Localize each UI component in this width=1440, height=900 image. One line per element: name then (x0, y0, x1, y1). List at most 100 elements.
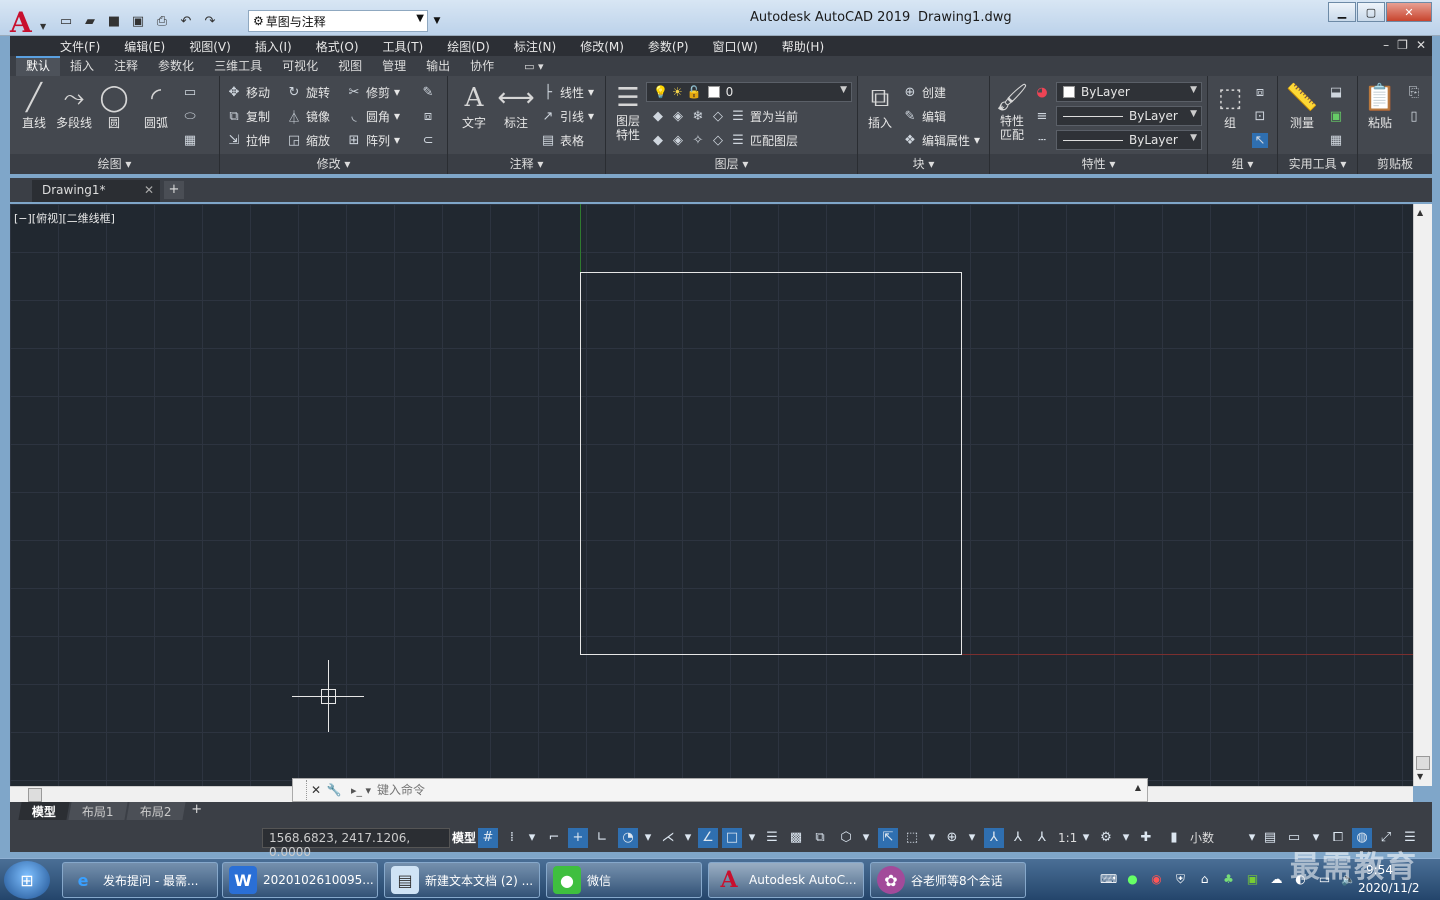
leader-button[interactable]: ↗ 引线 ▾ (540, 106, 595, 126)
properties-panel-title[interactable]: 特性 ▾ (990, 154, 1207, 174)
ortho-icon[interactable]: ∟ (592, 828, 612, 848)
isometric-icon[interactable]: ⋌ (658, 828, 678, 848)
infer-constraints-icon[interactable]: ⌐ (544, 828, 564, 848)
layers-panel-title[interactable]: 图层 ▾ (606, 154, 857, 174)
circle-button[interactable]: ◯ 圆 (92, 82, 136, 131)
match-layer-label[interactable]: 匹配图层 (750, 132, 798, 149)
chevron-down-icon[interactable]: ▾ (962, 828, 982, 848)
linear-button[interactable]: ├ 线性 ▾ (540, 82, 594, 102)
layer-unlock-icon[interactable]: ◇ (710, 133, 726, 148)
command-line-grip[interactable] (295, 780, 307, 800)
tab-annotate[interactable]: 注释 (104, 56, 148, 76)
undo-icon[interactable]: ↶ (176, 12, 196, 30)
gizmo-icon[interactable]: ⊕ (942, 828, 962, 848)
dynamic-ucs-icon[interactable]: ⇱ (878, 828, 898, 848)
maximize-button[interactable]: ▢ (1357, 2, 1385, 22)
chevron-down-icon[interactable]: ▾ (742, 828, 762, 848)
chevron-down-icon[interactable]: ▾ (522, 828, 542, 848)
wrench-icon[interactable]: 🔧 (325, 783, 343, 797)
polyline-button[interactable]: ⤳ 多段线 (52, 82, 96, 131)
layer-freeze-icon[interactable]: ❄ (690, 109, 706, 124)
command-prompt-icon[interactable]: ▸_ ▾ (351, 784, 371, 797)
menu-window[interactable]: 窗口(W) (713, 38, 758, 55)
scroll-down-icon[interactable]: ▼ (1417, 772, 1423, 781)
save-icon[interactable]: ■ (104, 12, 124, 30)
menu-edit[interactable]: 编辑(E) (124, 38, 165, 55)
modify-panel-title[interactable]: 修改 ▾ (220, 154, 447, 174)
annotation-panel-title[interactable]: 注释 ▾ (448, 154, 605, 174)
tab-collaborate[interactable]: 协作 (460, 56, 504, 76)
menu-dimension[interactable]: 标注(N) (514, 38, 556, 55)
ungroup-button[interactable]: ⧈ (1252, 82, 1268, 102)
cut-button[interactable]: ▯ (1406, 106, 1422, 126)
minimize-button[interactable]: ▁ (1328, 2, 1356, 22)
chevron-down-icon[interactable]: ▾ (1076, 828, 1096, 848)
menu-draw[interactable]: 绘图(D) (447, 38, 490, 55)
quick-access-customize-button[interactable]: ▼ (430, 10, 444, 32)
new-file-icon[interactable]: ▭ (56, 12, 76, 30)
layout-tab-layout2[interactable]: 布局2 (126, 802, 185, 820)
rectangle-button[interactable]: ▭ (182, 82, 198, 102)
layer-unisolate-icon[interactable]: ◈ (670, 133, 686, 148)
copy-button[interactable]: ⧉ 复制 (226, 106, 270, 126)
annotation-visibility-icon[interactable]: ⅄ (984, 828, 1004, 848)
drawing-close-button[interactable]: ✕ (1416, 38, 1426, 52)
start-button[interactable]: ⊞ (4, 861, 50, 899)
viewport-controls-label[interactable]: [−][俯视][二维线框] (14, 210, 115, 226)
tab-insert[interactable]: 插入 (60, 56, 104, 76)
save-as-icon[interactable]: ▣ (128, 12, 148, 30)
trim-button[interactable]: ✂ 修剪 ▾ (346, 82, 401, 102)
auto-scale-icon[interactable]: ⅄ (1008, 828, 1028, 848)
hatch-button[interactable]: ▦ (182, 130, 198, 150)
text-button[interactable]: A 文字 (452, 82, 496, 131)
command-input[interactable] (377, 783, 1098, 797)
tab-view[interactable]: 视图 (328, 56, 372, 76)
taskbar-item-ie[interactable]: e 发布提问 - 最需... (62, 862, 218, 898)
calculator-button[interactable]: ▦ (1328, 130, 1344, 150)
layer-thaw-icon[interactable]: ✧ (690, 133, 706, 148)
group-select-button[interactable]: ↖ (1252, 130, 1268, 150)
close-button[interactable]: ✕ (1386, 2, 1432, 22)
block-panel-title[interactable]: 块 ▾ (858, 154, 989, 174)
ribbon-display-toggle-icon[interactable]: ▭ ▾ (524, 60, 543, 73)
tab-manage[interactable]: 管理 (372, 56, 416, 76)
open-folder-icon[interactable]: ▰ (80, 12, 100, 30)
layout-tab-layout1[interactable]: 布局1 (68, 802, 128, 820)
copy-clip-button[interactable]: ⎘ (1406, 82, 1422, 102)
taskbar-item-chat[interactable]: ✿ 谷老师等8个会话 (870, 862, 1026, 898)
close-icon[interactable]: ✕ (144, 183, 154, 197)
arc-button[interactable]: ◜ 圆弧 (134, 82, 178, 131)
wechat-tray-icon[interactable]: ● (1124, 871, 1141, 888)
units-value[interactable]: 小数 (1190, 828, 1214, 848)
chevron-down-icon[interactable]: ▾ (1242, 828, 1262, 848)
layer-off-icon[interactable]: ◆ (650, 109, 666, 124)
annotation-scale-icon[interactable]: ⅄ (1032, 828, 1052, 848)
new-drawing-tab-button[interactable]: + (164, 181, 184, 199)
match-properties-button[interactable]: 🖌 特性 匹配 (990, 82, 1034, 142)
shield-icon[interactable]: ⛨ (1172, 871, 1189, 888)
menu-parametric[interactable]: 参数(P) (648, 38, 689, 55)
snap-icon[interactable]: ⁞ (502, 828, 522, 848)
taskbar-item-word[interactable]: W 2020102610095... (222, 862, 378, 898)
menu-format[interactable]: 格式(O) (316, 38, 359, 55)
selection-cycling-icon[interactable]: ⧉ (810, 828, 830, 848)
menu-help[interactable]: 帮助(H) (782, 38, 824, 55)
gear-icon[interactable]: ⚙ (1096, 828, 1116, 848)
workspace-dropdown[interactable]: ⚙ 草图与注释 ▼ (248, 10, 428, 32)
drawn-rectangle[interactable] (580, 272, 962, 655)
groups-panel-title[interactable]: 组 ▾ (1208, 154, 1277, 174)
mirror-button[interactable]: ⏃ 镜像 (286, 106, 330, 126)
set-current-label[interactable]: 置为当前 (750, 108, 798, 125)
scale-button[interactable]: ◲ 缩放 (286, 130, 330, 150)
layer-on-icon[interactable]: ◆ (650, 133, 666, 148)
menu-file[interactable]: 文件(F) (60, 38, 100, 55)
cloud-icon[interactable]: ☁ (1268, 871, 1285, 888)
drawing-canvas[interactable]: [−][俯视][二维线框] (10, 204, 1413, 786)
ellipse-button[interactable]: ⬭ (182, 106, 198, 126)
tab-parametric[interactable]: 参数化 (148, 56, 204, 76)
linetype-dropdown[interactable]: ByLayer ▼ (1056, 130, 1202, 150)
fillet-button[interactable]: ◟ 圆角 ▾ (346, 106, 400, 126)
chevron-down-icon[interactable]: ▾ (678, 828, 698, 848)
menu-tools[interactable]: 工具(T) (383, 38, 424, 55)
vertical-scrollbar[interactable]: ▲ ▼ (1413, 204, 1432, 786)
